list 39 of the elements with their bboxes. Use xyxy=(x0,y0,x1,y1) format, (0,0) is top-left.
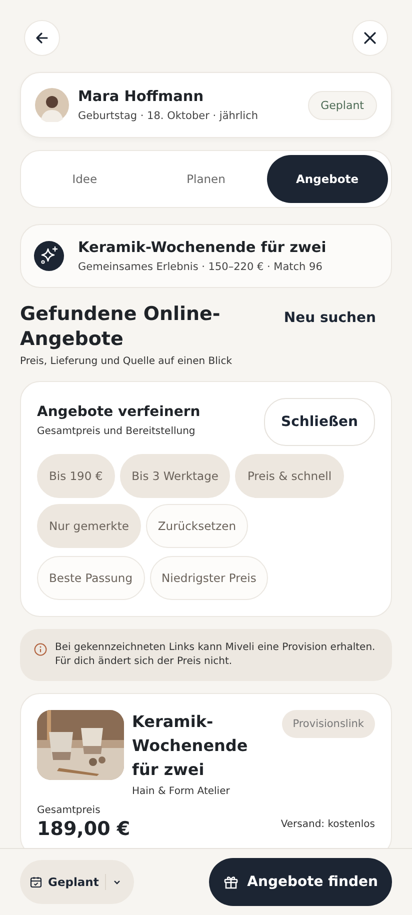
person-name: Mara Hoffmann xyxy=(78,88,205,104)
section-subtitle: Preis, Lieferung und Quelle auf einen Blick xyxy=(20,356,233,367)
idea-details: Gemeinsames Erlebnis · 150–220 € · Match 96 xyxy=(78,260,324,272)
filter-chip[interactable]: Nur gemerkte xyxy=(37,504,141,548)
back-arrow-icon xyxy=(34,30,50,46)
commission-badge: Provisionslink xyxy=(282,710,375,738)
filter-chip[interactable]: Bis 3 Werktage xyxy=(120,454,230,498)
filter-chip[interactable]: Beste Passung xyxy=(37,556,145,600)
gift-icon xyxy=(223,874,240,890)
shipping-info: Versand: kostenlos xyxy=(280,819,375,832)
new-search-button[interactable]: Neu suchen xyxy=(284,302,392,326)
back-button[interactable] xyxy=(24,20,60,56)
section-title: Gefundene Online-Angebote xyxy=(20,302,222,352)
total-price: 189,00 € xyxy=(37,818,130,840)
filter-title: Angebote verfeinern xyxy=(37,404,200,420)
status-badge: Geplant xyxy=(308,90,377,120)
tab[interactable]: Planen xyxy=(145,155,267,203)
status-dropdown[interactable]: Geplant xyxy=(20,860,134,904)
filter-chip[interactable]: Zurücksetzen xyxy=(146,504,248,548)
filter-chip[interactable]: Preis & schnell xyxy=(235,454,344,498)
vendor-name: Hain & Form Atelier xyxy=(132,786,231,797)
price-label: Gesamtpreis xyxy=(37,805,102,816)
find-offers-button[interactable]: Angebote finden xyxy=(209,858,392,906)
close-filters-button[interactable]: Schließen xyxy=(264,398,375,446)
filter-chip[interactable]: Bis 190 € xyxy=(37,454,115,498)
sparkle-icon xyxy=(34,241,64,271)
tab[interactable]: Angebote xyxy=(266,155,388,203)
close-button[interactable] xyxy=(352,20,388,56)
occasion-details: Geburtstag · 18. Oktober · jährlich xyxy=(78,110,258,122)
calendar-icon xyxy=(30,876,42,888)
filter-subtitle: Gesamtpreis und Bereitstellung xyxy=(37,426,196,437)
avatar-icon xyxy=(35,88,69,122)
filter-chip[interactable]: Niedrigster Preis xyxy=(150,556,268,600)
close-icon xyxy=(363,31,377,45)
offer-title: Keramik-Wochenende für zwei xyxy=(132,711,249,781)
idea-title: Keramik-Wochenende für zwei xyxy=(78,240,326,256)
info-icon xyxy=(34,643,47,656)
notice-text: Bei gekennzeichneten Links kann Miveli eine Provision erhalten. Für dich ändert sich der Preis nicht. xyxy=(55,641,376,669)
tab[interactable]: Idee xyxy=(24,155,146,203)
